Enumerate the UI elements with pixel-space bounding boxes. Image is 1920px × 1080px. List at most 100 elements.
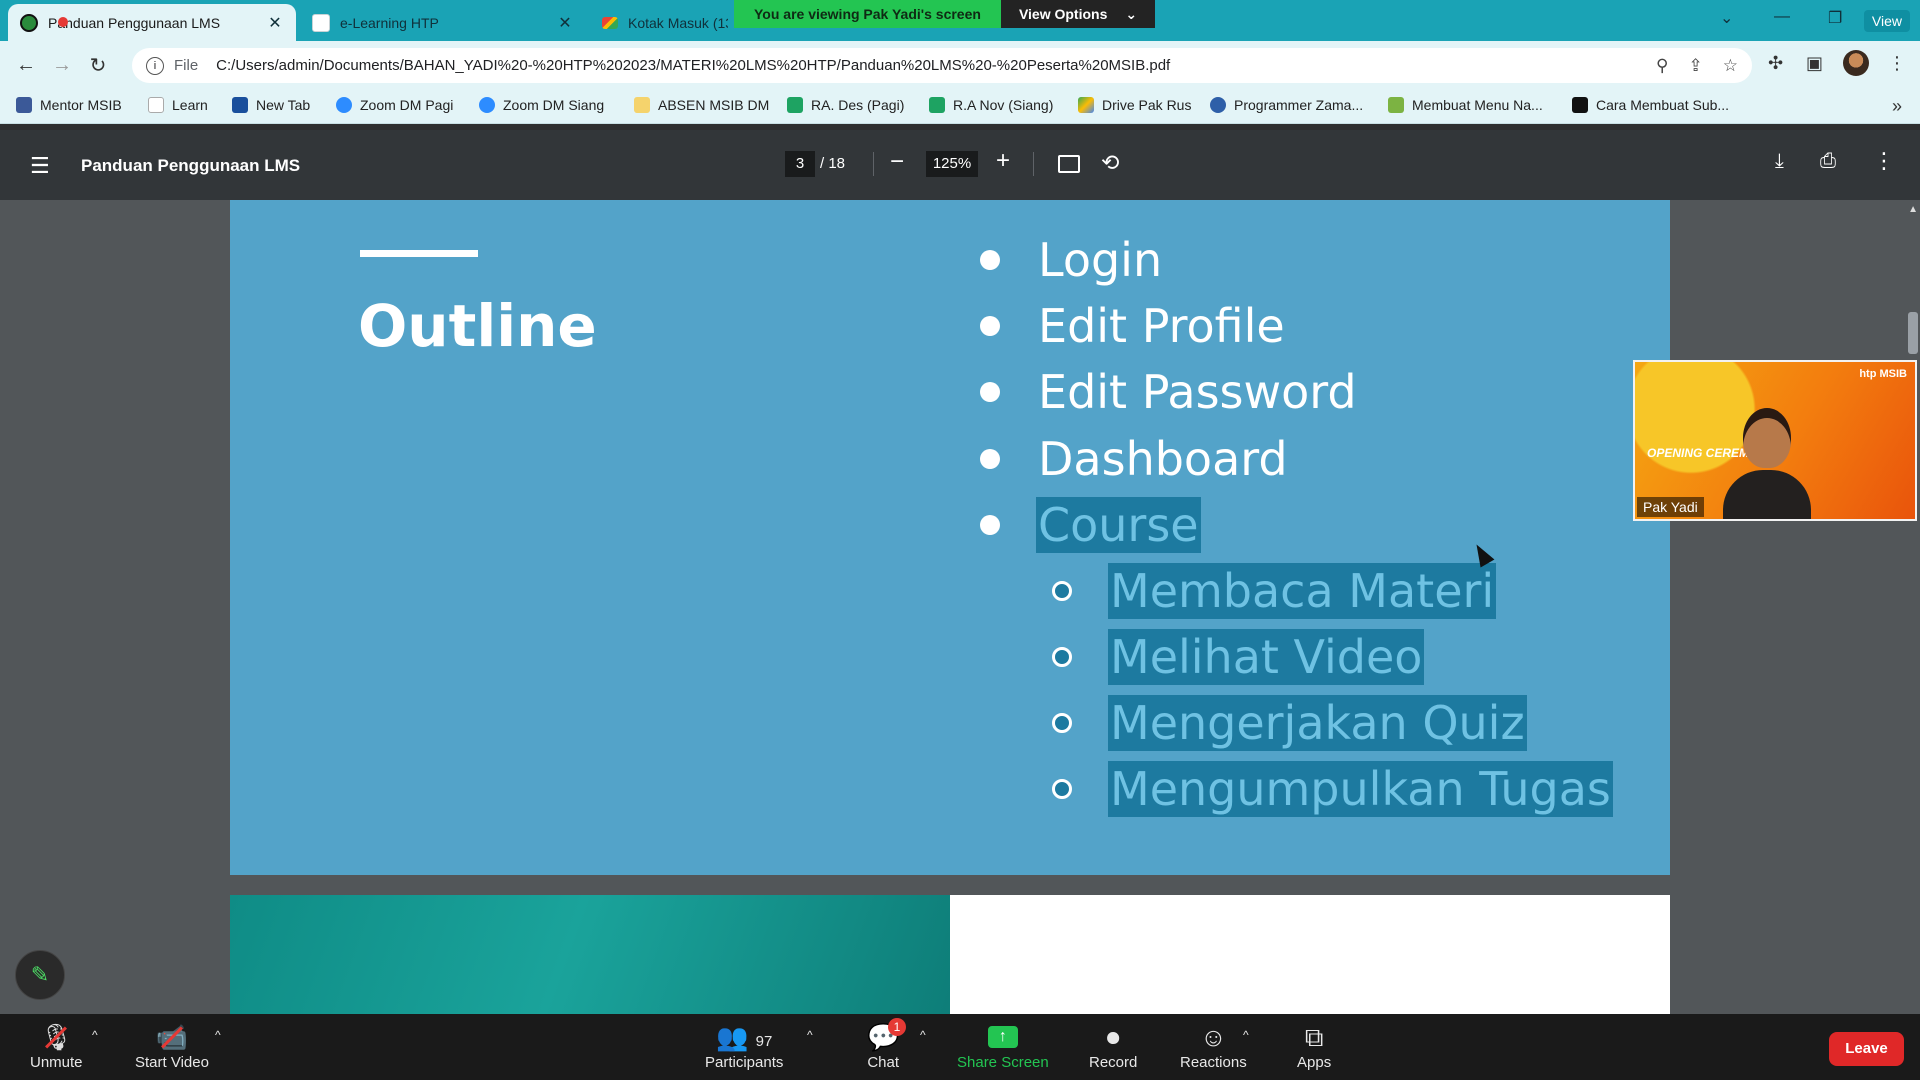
print-icon[interactable]: ⎙ xyxy=(1820,150,1836,173)
close-icon[interactable]: ✕ xyxy=(556,13,574,33)
bookmark-item[interactable]: Zoom DM Siang xyxy=(479,97,604,113)
bookmark-label: R.A Nov (Siang) xyxy=(953,97,1054,113)
bookmark-item[interactable]: Mentor MSIB xyxy=(16,97,122,113)
chevron-double-right-icon[interactable]: » xyxy=(1892,96,1902,117)
download-icon[interactable]: ⤓ xyxy=(1775,150,1784,173)
bookmark-item[interactable]: Membuat Menu Na... xyxy=(1388,97,1543,113)
tab-title: e-Learning HTP xyxy=(340,14,439,31)
address-bar[interactable]: i File C:/Users/admin/Documents/BAHAN_YA… xyxy=(132,48,1752,83)
outline-sub-bullet: Mengerjakan Quiz xyxy=(1052,695,1527,751)
bookmark-label: RA. Des (Pagi) xyxy=(811,97,905,113)
record-button[interactable]: ⏺ Record xyxy=(1089,1020,1137,1071)
participant-video-tile[interactable]: htp MSIB OPENING CEREMONY Pak Yadi xyxy=(1633,360,1917,521)
bookmark-item[interactable]: Drive Pak Rus xyxy=(1078,97,1191,113)
chat-notification-badge: 1 xyxy=(888,1018,906,1036)
unmute-button[interactable]: 🎙 Unmute xyxy=(30,1020,83,1071)
scroll-thumb[interactable] xyxy=(1908,312,1918,354)
next-slide-page xyxy=(230,895,1670,1014)
bullet-dot xyxy=(980,449,1000,469)
zoom-app-icon xyxy=(336,97,352,113)
hamburger-menu-icon[interactable]: ☰ xyxy=(30,153,50,179)
bookmark-item[interactable]: R.A Nov (Siang) xyxy=(929,97,1053,113)
pdf-toolbar: ☰ Panduan Penggunaan LMS 3 / 18 − 125% +… xyxy=(0,130,1920,200)
view-options-button[interactable]: View Options ⌄ xyxy=(1000,0,1156,28)
more-options-icon[interactable]: ⋮ xyxy=(1873,148,1895,174)
avatar[interactable] xyxy=(1843,50,1869,76)
smiley-icon: ☺ xyxy=(1200,1022,1227,1052)
zoom-level-input[interactable]: 125% xyxy=(926,151,978,177)
star-icon[interactable]: ☆ xyxy=(1723,56,1738,76)
info-icon[interactable]: i xyxy=(146,56,164,75)
page-number-input[interactable]: 3 xyxy=(785,151,815,177)
participant-video xyxy=(1723,408,1811,519)
tab-kotak-masuk[interactable]: Kotak Masuk (13 xyxy=(590,4,740,41)
forward-icon[interactable]: → xyxy=(44,54,80,77)
chevron-down-icon[interactable]: ⌄ xyxy=(1720,8,1733,28)
bullet-text: Login xyxy=(1038,233,1163,287)
tab-title: Kotak Masuk (13 xyxy=(628,14,728,31)
annotate-pencil-icon[interactable]: ✎ xyxy=(15,950,65,1000)
bookmark-item[interactable]: RA. Des (Pagi) xyxy=(787,97,904,113)
chevron-up-icon[interactable]: ^ xyxy=(92,1028,98,1042)
bookmark-icon xyxy=(1572,97,1588,113)
start-video-label: Start Video xyxy=(135,1054,209,1071)
tab-panduan-lms[interactable]: Panduan Penggunaan LMS ✕ xyxy=(8,4,296,41)
bullet-dot xyxy=(980,250,1000,270)
bookmark-label: New Tab xyxy=(256,97,311,113)
participants-button[interactable]: 👥 97 Participants xyxy=(705,1020,783,1071)
bookmark-item[interactable]: Zoom DM Pagi xyxy=(336,97,453,113)
browser-tab-strip: Panduan Penggunaan LMS ✕ e-Learning HTP … xyxy=(0,0,1920,41)
tab-elearning-htp[interactable]: e-Learning HTP ✕ xyxy=(300,4,586,41)
leave-button[interactable]: Leave xyxy=(1829,1032,1904,1066)
rotate-icon[interactable]: ⟲ xyxy=(1101,150,1119,176)
zoom-control-bar: 🎙 Unmute ^ 📹 Start Video ^ 👥 97 Particip… xyxy=(0,1014,1920,1080)
chevron-up-icon[interactable]: ^ xyxy=(215,1028,221,1042)
outline-sub-bullet: Membaca Materi xyxy=(1052,563,1497,619)
bookmark-label: Learn xyxy=(172,97,208,113)
microphone-muted-icon: 🎙 xyxy=(39,1022,73,1052)
url-text[interactable]: C:/Users/admin/Documents/BAHAN_YADI%20-%… xyxy=(216,57,1656,74)
screen-share-banner: You are viewing Pak Yadi's screen View O… xyxy=(734,0,1156,28)
extensions-icon[interactable]: ✣ xyxy=(1768,53,1783,74)
chevron-up-icon[interactable]: ^ xyxy=(807,1028,813,1042)
scrollbar[interactable]: ▲ xyxy=(1906,200,1920,1014)
apps-button[interactable]: ⧉ Apps xyxy=(1297,1020,1331,1071)
bookmark-item[interactable]: ABSEN MSIB DM xyxy=(634,97,769,113)
divider xyxy=(873,152,874,176)
bookmark-item[interactable]: Cara Membuat Sub... xyxy=(1572,97,1729,113)
bookmark-label: Zoom DM Pagi xyxy=(360,97,454,113)
chevron-up-icon[interactable]: ^ xyxy=(1243,1028,1249,1042)
chevron-up-icon[interactable]: ^ xyxy=(920,1028,926,1042)
back-icon[interactable]: ← xyxy=(8,54,44,77)
share-screen-button[interactable]: ↑ Share Screen xyxy=(957,1020,1049,1071)
bookmark-label: Zoom DM Siang xyxy=(503,97,605,113)
slide-page: Outline Login Edit Profile Edit Password… xyxy=(230,200,1670,875)
start-video-button[interactable]: 📹 Start Video xyxy=(135,1020,209,1071)
globe-icon xyxy=(1210,97,1226,113)
bookmark-item[interactable]: Learn xyxy=(148,97,208,113)
zoom-icon[interactable]: ⚲ xyxy=(1656,56,1668,76)
share-icon[interactable]: ⇪ xyxy=(1689,56,1703,76)
menu-dots-icon[interactable]: ⋮ xyxy=(1888,53,1906,74)
side-panel-icon[interactable]: ▣ xyxy=(1806,53,1823,74)
person-head xyxy=(1743,408,1791,468)
pdf-canvas[interactable]: Outline Login Edit Profile Edit Password… xyxy=(0,200,1920,1014)
bullet-text: Edit Profile xyxy=(1038,299,1285,353)
bookmark-item[interactable]: New Tab xyxy=(232,97,310,113)
reactions-button[interactable]: ☺ Reactions xyxy=(1180,1020,1247,1071)
scroll-up-icon[interactable]: ▲ xyxy=(1908,204,1918,215)
bookmark-label: Mentor MSIB xyxy=(40,97,122,113)
restore-icon[interactable]: ❐ xyxy=(1828,8,1842,28)
minimize-icon[interactable]: — xyxy=(1774,8,1790,26)
bookmark-item[interactable]: Programmer Zama... xyxy=(1210,97,1363,113)
reload-icon[interactable]: ↻ xyxy=(80,53,116,78)
view-button[interactable]: View xyxy=(1863,10,1910,32)
close-icon[interactable]: ✕ xyxy=(266,13,284,33)
zoom-in-icon[interactable]: + xyxy=(996,147,1010,175)
fit-page-icon[interactable] xyxy=(1058,155,1080,173)
tab-title: Panduan Penggunaan LMS xyxy=(48,14,221,31)
zoom-out-icon[interactable]: − xyxy=(890,148,904,176)
sheets-icon xyxy=(787,97,803,113)
record-icon: ⏺ xyxy=(1106,1022,1120,1052)
shield-icon xyxy=(20,13,38,32)
